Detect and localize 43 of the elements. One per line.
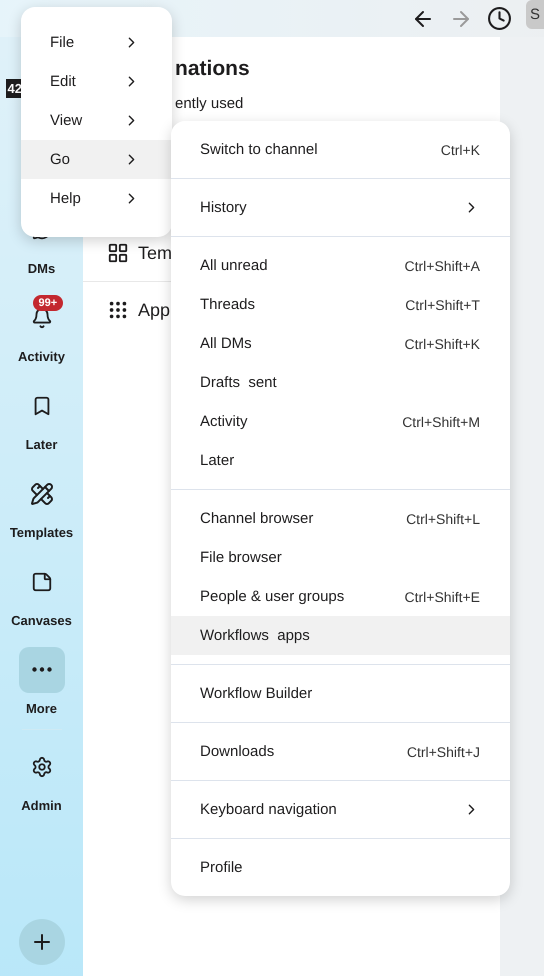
menu-item[interactable]: All unread Ctrl+Shift+A bbox=[171, 246, 510, 285]
menu-item[interactable]: View bbox=[21, 101, 172, 140]
sidebar-label: More bbox=[26, 700, 58, 716]
menu-item[interactable]: Downloads Ctrl+Shift+J bbox=[171, 732, 510, 771]
shortcut-label: Ctrl+Shift+L bbox=[406, 510, 480, 526]
menu-item[interactable]: Workflows apps bbox=[171, 616, 510, 655]
sidebar-label: Templates bbox=[10, 524, 74, 540]
search-field[interactable]: S bbox=[526, 0, 544, 29]
panel-subtitle: ently used bbox=[175, 95, 244, 109]
panel-row-label[interactable]: App bbox=[138, 300, 170, 320]
shortcut-label: Ctrl+Shift+E bbox=[404, 588, 480, 604]
menu-item[interactable]: Profile bbox=[171, 848, 510, 887]
sidebar-label: Admin bbox=[21, 798, 62, 812]
menu-item[interactable]: Edit bbox=[21, 62, 172, 101]
shortcut-label: Ctrl+Shift+J bbox=[406, 744, 480, 760]
shortcut-label: Ctrl+Shift+A bbox=[404, 258, 480, 274]
menu-item[interactable]: File bbox=[21, 23, 172, 62]
notification-badge: 99+ bbox=[32, 294, 64, 310]
sidebar-label: Canvases bbox=[11, 612, 72, 628]
shortcut-label: Ctrl+K bbox=[440, 142, 480, 158]
menu-item[interactable]: People & user groups Ctrl+Shift+E bbox=[171, 577, 510, 616]
menu-item[interactable]: Help bbox=[21, 179, 172, 218]
menu-item[interactable]: Keyboard navigation bbox=[171, 790, 510, 829]
sidebar-label: Later bbox=[26, 436, 58, 452]
shortcut-label: Ctrl+Shift+K bbox=[404, 336, 480, 352]
menu-item[interactable]: Channel browser Ctrl+Shift+L bbox=[171, 499, 510, 538]
menu-item[interactable]: All DMs Ctrl+Shift+K bbox=[171, 324, 510, 363]
menu-item[interactable]: Drafts sent bbox=[171, 363, 510, 402]
shortcut-label: Ctrl+Shift+M bbox=[402, 414, 480, 430]
panel-row-label[interactable]: Tem bbox=[138, 242, 172, 264]
sidebar-label: Activity bbox=[18, 348, 65, 364]
menu-item[interactable]: Switch to channel Ctrl+K bbox=[171, 130, 510, 169]
menu-item[interactable]: Activity Ctrl+Shift+M bbox=[171, 402, 510, 441]
menu-item[interactable]: Workflow Builder bbox=[171, 674, 510, 713]
menu-item[interactable]: Go bbox=[21, 140, 172, 179]
menu-item[interactable]: File browser bbox=[171, 538, 510, 577]
menu-item[interactable]: History bbox=[171, 188, 510, 227]
menu-item[interactable]: Later bbox=[171, 441, 510, 480]
menu-item[interactable]: Threads Ctrl+Shift+T bbox=[171, 285, 510, 324]
sidebar-label: DMs bbox=[28, 260, 56, 276]
sidebar-button[interactable]: 99+ bbox=[18, 294, 64, 340]
shortcut-label: Ctrl+Shift+T bbox=[405, 296, 480, 312]
panel-title: nations bbox=[175, 57, 251, 81]
